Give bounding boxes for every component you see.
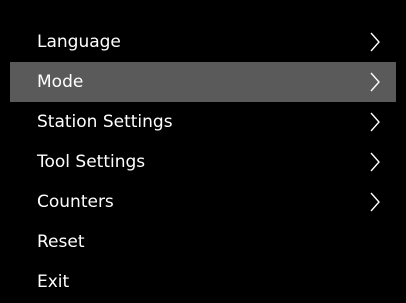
menu-item-label: Station Settings: [37, 112, 173, 132]
menu-item-label: Counters: [37, 192, 114, 212]
chevron-right-icon: [369, 32, 381, 52]
menu-item-label: Mode: [37, 72, 84, 92]
chevron-right-icon: [369, 112, 381, 132]
menu-item-mode[interactable]: Mode: [10, 62, 396, 102]
chevron-right-icon: [369, 192, 381, 212]
menu-item-language[interactable]: Language: [10, 22, 396, 62]
menu-item-label: Language: [37, 32, 121, 52]
settings-menu: Language Mode Station Settings Tool Sett…: [10, 20, 396, 303]
menu-item-counters[interactable]: Counters: [10, 182, 396, 222]
menu-item-label: Reset: [37, 232, 85, 252]
menu-item-station-settings[interactable]: Station Settings: [10, 102, 396, 142]
chevron-right-icon: [369, 72, 381, 92]
menu-item-label: Tool Settings: [37, 152, 146, 172]
chevron-right-icon: [369, 152, 381, 172]
menu-item-tool-settings[interactable]: Tool Settings: [10, 142, 396, 182]
menu-item-exit[interactable]: Exit: [10, 262, 396, 302]
menu-item-label: Exit: [37, 272, 70, 292]
menu-item-reset[interactable]: Reset: [10, 222, 396, 262]
